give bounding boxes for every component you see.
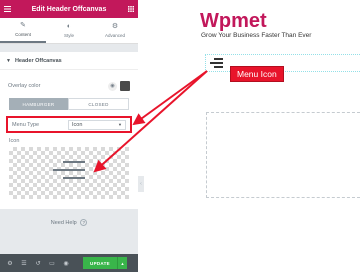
tab-advanced[interactable]: ⚙ Advanced (92, 18, 138, 43)
panel-tabs: ✎ Content ◐ Style ⚙ Advanced (0, 18, 138, 44)
tab-label: Content (15, 32, 31, 37)
toggle-hamburger[interactable]: HAMBURGER (9, 98, 68, 110)
layers-icon[interactable]: ☰ (17, 260, 31, 267)
question-icon: ? (80, 219, 88, 226)
need-help-label: Need Help (50, 219, 77, 226)
menu-type-control: Menu Type Icon ▼ (6, 116, 132, 133)
panel-footer: ⚙ ☰ ↺ ▭ ◉ UPDATE ▲ (0, 254, 138, 272)
globe-icon[interactable]: ◉ (108, 81, 117, 91)
toggle-closed[interactable]: CLOSED (68, 98, 129, 110)
section-title: Header Offcanvas (14, 57, 62, 64)
editor-panel: Edit Header Offcanvas ✎ Content ◐ Style … (0, 0, 138, 272)
menu-icon[interactable] (210, 58, 223, 70)
menu-type-label: Menu Type (12, 121, 40, 128)
pencil-icon: ✎ (20, 22, 26, 29)
overlay-color-swatch[interactable] (120, 81, 130, 91)
tab-label: Style (63, 33, 74, 38)
panel-header: Edit Header Offcanvas (0, 0, 138, 18)
hamburger-lines-icon (53, 161, 85, 185)
gear-icon: ⚙ (111, 23, 119, 30)
history-icon[interactable]: ↺ (31, 260, 45, 267)
header-offcanvas-section: ▼ Header Offcanvas Overlay color ◉ HAMBU… (0, 52, 138, 209)
panel-title: Edit Header Offcanvas (31, 5, 107, 13)
menu-type-select[interactable]: Icon ▼ (68, 119, 126, 130)
responsive-icon[interactable]: ▭ (45, 260, 59, 267)
overlay-color-control: Overlay color ◉ (0, 76, 138, 96)
site-tagline: Grow Your Business Faster Than Ever (201, 32, 312, 39)
empty-drop-zone[interactable] (206, 112, 360, 198)
contrast-icon: ◐ (66, 23, 72, 30)
preview-eye-icon[interactable]: ◉ (59, 260, 73, 267)
icon-label: Icon (9, 138, 20, 144)
menu-icon-callout: Menu Icon (230, 66, 284, 82)
tab-content[interactable]: ✎ Content (0, 18, 46, 43)
menu-type-value: Icon (72, 121, 83, 128)
section-header[interactable]: ▼ Header Offcanvas (0, 52, 138, 70)
update-button[interactable]: UPDATE (83, 257, 117, 269)
grid-icon[interactable] (124, 6, 138, 12)
overlay-color-label: Overlay color (8, 83, 41, 89)
arrow-to-menu-type (132, 70, 208, 126)
collapse-panel-handle[interactable]: ‹ (138, 176, 144, 192)
update-options-button[interactable]: ▲ (117, 257, 127, 269)
menu-icon[interactable] (0, 6, 14, 12)
tab-label: Advanced (104, 33, 125, 38)
caret-down-icon: ▼ (6, 57, 11, 64)
style-toggle: HAMBURGER CLOSED (9, 98, 129, 110)
site-brand: Wpmet (200, 10, 267, 32)
settings-icon[interactable]: ⚙ (3, 260, 17, 267)
icon-preview[interactable] (9, 147, 129, 199)
chevron-down-icon: ▼ (118, 122, 122, 127)
tab-style[interactable]: ◐ Style (46, 18, 92, 43)
need-help-link[interactable]: Need Help ? (0, 219, 138, 226)
